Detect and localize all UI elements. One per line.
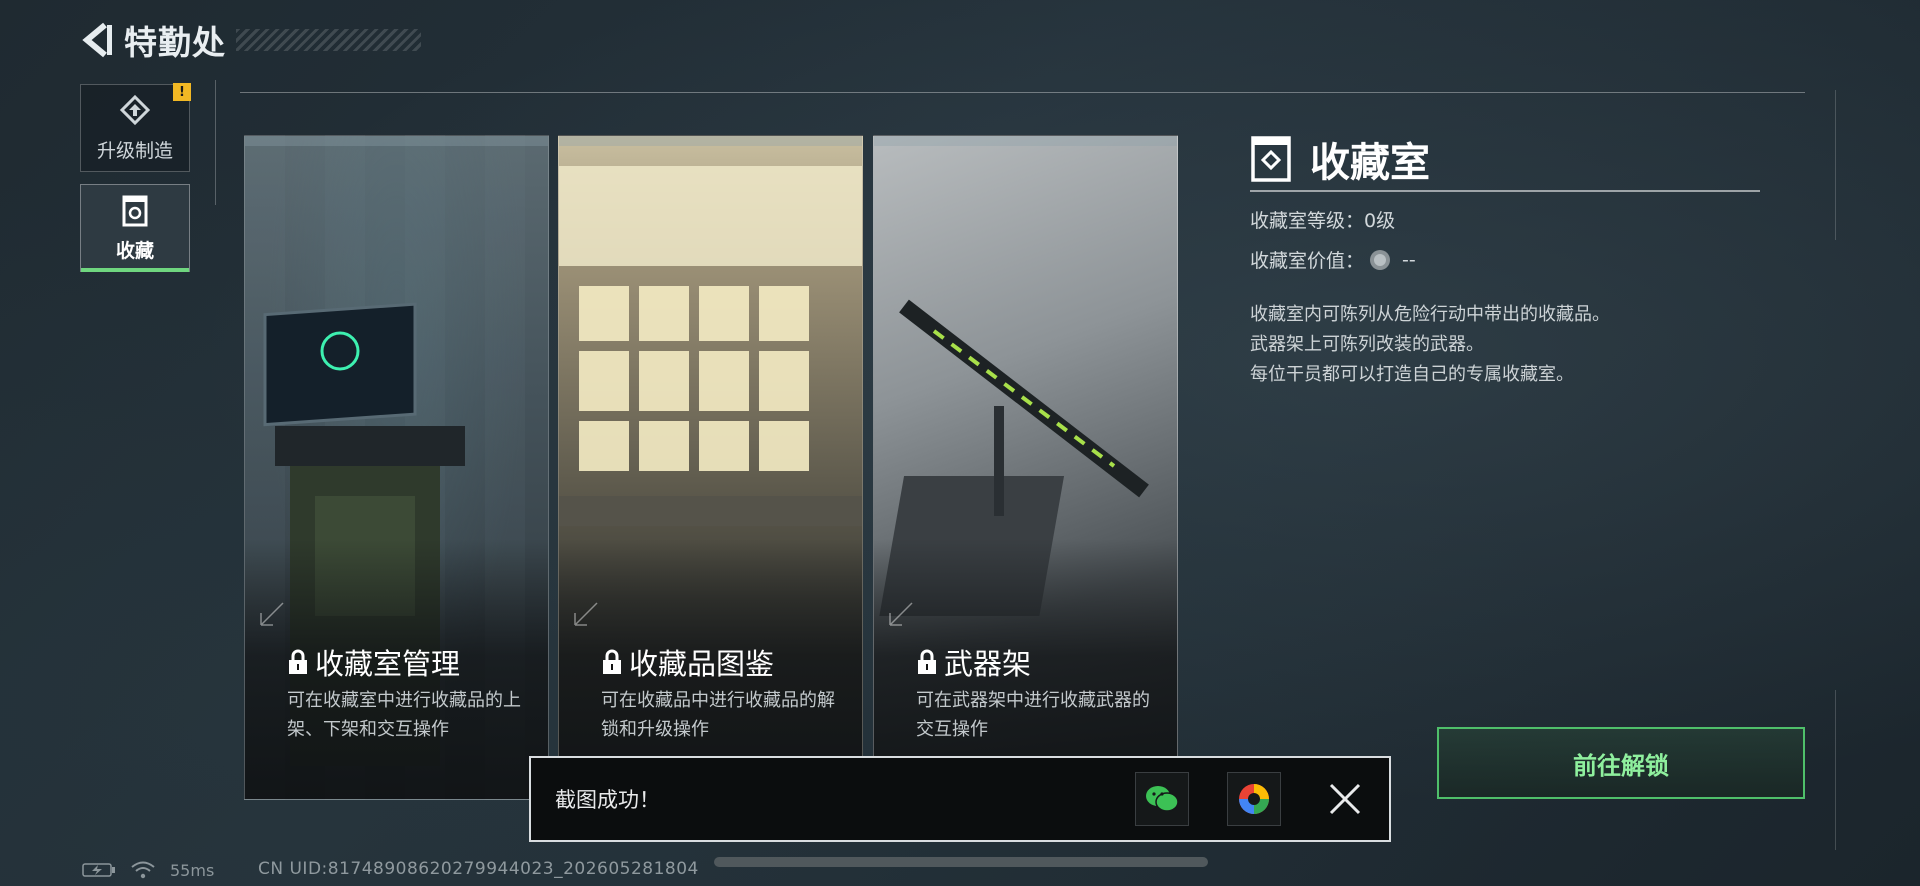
level-label: 收藏室等级： bbox=[1250, 210, 1365, 232]
home-indicator[interactable] bbox=[714, 857, 1208, 867]
status-bar: 55ms bbox=[82, 860, 214, 880]
card-title-text: 收藏品图鉴 bbox=[629, 647, 775, 681]
lock-icon bbox=[918, 649, 936, 674]
frame-line bbox=[1835, 690, 1836, 850]
card-title-text: 武器架 bbox=[944, 647, 1032, 681]
top-bar: 特勤处 bbox=[80, 18, 421, 62]
divider bbox=[215, 80, 216, 205]
sidebar-item-upgrade-craft[interactable]: ! 升级制造 bbox=[80, 83, 191, 172]
card-description: 可在收藏室中进行收藏品的上架、下架和交互操作 bbox=[287, 690, 521, 740]
title-decoration bbox=[236, 29, 421, 51]
toast-close-button[interactable] bbox=[1319, 773, 1371, 825]
alert-badge: ! bbox=[173, 83, 191, 101]
info-title: 收藏室 bbox=[1310, 140, 1430, 186]
value-amount: -- bbox=[1402, 248, 1416, 271]
photos-app-icon bbox=[1239, 784, 1269, 814]
expand-corner-icon bbox=[889, 602, 913, 626]
info-description: 收藏室内可陈列从危险行动中带出的收藏品。 武器架上可陈列改装的武器。 每位干员都… bbox=[1250, 300, 1610, 390]
share-photos-button[interactable] bbox=[1227, 772, 1281, 826]
description-line: 收藏室内可陈列从危险行动中带出的收藏品。 bbox=[1250, 304, 1610, 325]
back-arrow-icon bbox=[82, 22, 112, 58]
value-label: 收藏室价值： bbox=[1250, 250, 1365, 272]
toast-message: 截图成功！ bbox=[555, 788, 660, 812]
page-title: 特勤处 bbox=[124, 23, 226, 62]
description-line: 武器架上可陈列改装的武器。 bbox=[1250, 334, 1484, 355]
card-title: 收藏品图鉴 bbox=[601, 641, 774, 683]
go-unlock-button[interactable]: 前往解锁 bbox=[1437, 727, 1805, 799]
expand-corner-icon bbox=[260, 602, 284, 626]
card-collection-room-management[interactable]: 收藏室管理 可在收藏室中进行收藏品的上架、下架和交互操作 bbox=[244, 135, 549, 800]
collection-room-value: 收藏室价值： -- bbox=[1250, 246, 1416, 273]
card-title: 武器架 bbox=[916, 641, 1031, 683]
frame-line bbox=[1835, 90, 1836, 240]
ping-value: 55ms bbox=[170, 860, 215, 880]
collection-icon bbox=[122, 195, 148, 226]
screenshot-toast: 截图成功！ bbox=[529, 756, 1391, 842]
collection-room-icon bbox=[1251, 136, 1291, 182]
expand-corner-icon bbox=[574, 602, 598, 626]
info-header: 收藏室 bbox=[1250, 130, 1430, 188]
lock-icon bbox=[289, 649, 307, 674]
upgrade-craft-icon bbox=[119, 94, 151, 125]
divider bbox=[240, 92, 1805, 93]
battery-charging-icon bbox=[82, 863, 115, 877]
card-title: 收藏室管理 bbox=[287, 641, 460, 683]
divider bbox=[1250, 190, 1760, 192]
sidebar-item-label: 升级制造 bbox=[96, 139, 173, 162]
back-button[interactable] bbox=[80, 20, 114, 60]
currency-coin-icon bbox=[1370, 249, 1391, 270]
card-collectibles-catalog[interactable]: 收藏品图鉴 可在收藏品中进行收藏品的解锁和升级操作 bbox=[558, 135, 863, 800]
sidebar-item-label: 收藏 bbox=[115, 239, 154, 262]
level-value: 0级 bbox=[1364, 210, 1396, 232]
wechat-icon bbox=[1146, 786, 1179, 812]
sidebar-item-collection[interactable]: 收藏 bbox=[80, 184, 190, 272]
card-description: 可在收藏品中进行收藏品的解锁和升级操作 bbox=[601, 690, 835, 740]
user-uid: CN UID:8174890862027994​4023_20260528180… bbox=[258, 859, 699, 879]
card-description: 可在武器架中进行收藏武器的交互操作 bbox=[916, 690, 1150, 740]
card-title-text: 收藏室管理 bbox=[315, 647, 461, 681]
collection-room-level: 收藏室等级： 0级 bbox=[1250, 206, 1395, 233]
card-weapon-rack[interactable]: 武器架 可在武器架中进行收藏武器的交互操作 bbox=[873, 135, 1178, 800]
close-icon bbox=[1329, 783, 1361, 815]
description-line: 每位干员都可以打造自己的专属收藏室。 bbox=[1250, 364, 1574, 385]
wifi-icon bbox=[131, 861, 155, 879]
share-wechat-button[interactable] bbox=[1135, 772, 1189, 826]
lock-icon bbox=[603, 649, 621, 674]
